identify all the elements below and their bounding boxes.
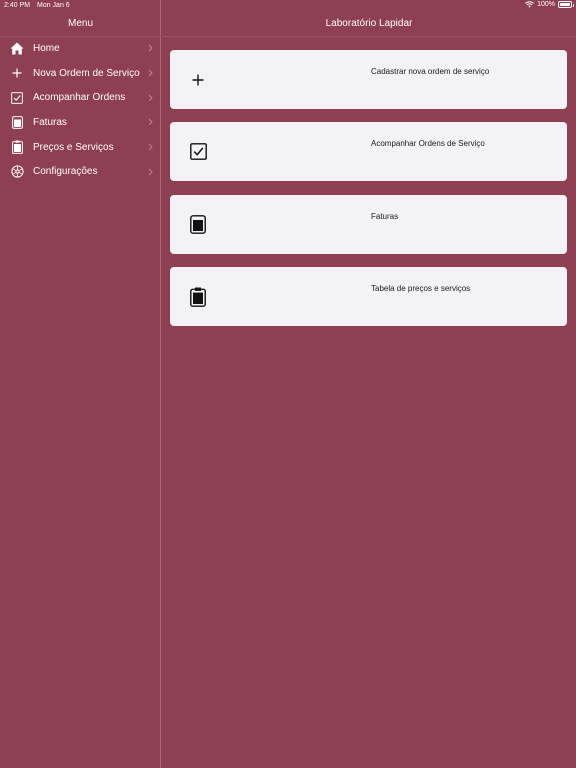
invoice-icon (189, 215, 207, 235)
chevron-right-icon (148, 163, 153, 181)
sidebar: Menu Home Nova Ordem de Serviço Acompanh… (0, 0, 161, 768)
invoice-icon (10, 115, 24, 129)
card-label: Cadastrar nova ordem de serviço (371, 67, 490, 76)
sidebar-item-label: Acompanhar Ordens (33, 92, 126, 104)
clipboard-icon (189, 287, 207, 307)
card-label: Tabela de preços e serviços (371, 284, 471, 293)
page-title: Laboratório Lapidar (325, 18, 413, 29)
checkbox-icon (189, 142, 207, 162)
card-nova-ordem[interactable]: Cadastrar nova ordem de serviço (170, 50, 567, 109)
sidebar-item-acompanhar-ordens[interactable]: Acompanhar Ordens (0, 85, 161, 110)
header-divider (162, 36, 576, 37)
battery-percent: 100% (537, 1, 555, 8)
chevron-right-icon (148, 138, 153, 156)
chevron-right-icon (148, 64, 153, 82)
chevron-right-icon (148, 89, 153, 107)
sidebar-item-label: Home (33, 42, 60, 54)
sidebar-item-label: Preços e Serviços (33, 141, 114, 153)
plus-icon (10, 66, 24, 80)
sidebar-item-precos-servicos[interactable]: Preços e Serviços (0, 135, 161, 160)
settings-icon (10, 165, 24, 179)
sidebar-item-home[interactable]: Home (0, 36, 161, 61)
sidebar-item-label: Configurações (33, 166, 98, 178)
checkbox-icon (10, 91, 24, 105)
wifi-icon (525, 1, 534, 8)
home-icon (10, 41, 24, 55)
card-label: Acompanhar Ordens de Serviço (371, 139, 485, 148)
sidebar-item-configuracoes[interactable]: Configurações (0, 159, 161, 184)
plus-icon (189, 70, 207, 90)
card-acompanhar-ordens[interactable]: Acompanhar Ordens de Serviço (170, 122, 567, 181)
card-tabela-precos[interactable]: Tabela de preços e serviços (170, 267, 567, 326)
chevron-right-icon (148, 113, 153, 131)
status-indicators: 100% (525, 1, 574, 8)
card-label: Faturas (371, 212, 399, 221)
chevron-right-icon (148, 39, 153, 57)
clipboard-icon (10, 140, 24, 154)
sidebar-item-faturas[interactable]: Faturas (0, 110, 161, 135)
card-faturas[interactable]: Faturas (170, 195, 567, 254)
sidebar-item-label: Nova Ordem de Serviço (33, 67, 140, 79)
menu-list: Home Nova Ordem de Serviço Acompanhar Or… (0, 36, 161, 184)
sidebar-title: Menu (67, 18, 93, 29)
sidebar-item-label: Faturas (33, 116, 67, 128)
sidebar-item-nova-ordem[interactable]: Nova Ordem de Serviço (0, 61, 161, 86)
battery-icon (558, 1, 574, 8)
